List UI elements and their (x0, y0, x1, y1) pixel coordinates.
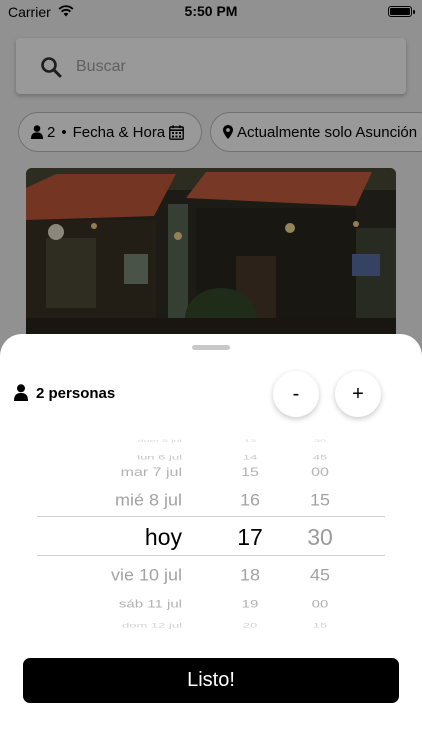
picker-date-option[interactable]: vie 10 jul (111, 562, 182, 589)
picker-hour-option[interactable]: 17 (232, 522, 268, 552)
picker-date-option[interactable]: mar 7 jul (121, 462, 182, 484)
picker-minute-option[interactable]: 45 (300, 562, 340, 589)
date-time-sheet: 2 personas - + dom 5 jul 13 30 lun 6 jul 14 4… (0, 334, 422, 750)
picker-row[interactable]: vie 10 jul 18 45 (0, 562, 422, 589)
picker-row[interactable]: dom 5 jul 13 30 (0, 436, 422, 447)
picker-hour-option[interactable]: 16 (232, 487, 268, 514)
picker-hour-option[interactable]: 15 (232, 462, 268, 484)
picker-hour-option[interactable]: 19 (232, 593, 268, 615)
picker-row[interactable]: sáb 11 jul 19 00 (0, 593, 422, 615)
user-icon (14, 384, 28, 401)
picker-date-option[interactable]: sáb 11 jul (119, 593, 182, 615)
increase-people-button[interactable]: + (335, 371, 381, 417)
picker-row-selected[interactable]: hoy 17 30 (0, 522, 422, 552)
people-count-label: 2 personas (36, 385, 116, 402)
picker-date-option[interactable]: mié 8 jul (115, 487, 182, 514)
date-time-picker[interactable]: dom 5 jul 13 30 lun 6 jul 14 45 mar 7 jul 15 00 m… (0, 430, 422, 640)
picker-minute-option[interactable]: 00 (300, 593, 340, 615)
picker-minute-option[interactable]: 00 (300, 462, 340, 484)
picker-row[interactable]: mié 8 jul 16 15 (0, 487, 422, 514)
picker-hour-option[interactable]: 13 (232, 436, 268, 447)
picker-hour-option[interactable]: 18 (232, 562, 268, 589)
picker-minute-option[interactable]: 15 (300, 618, 340, 633)
picker-date-option[interactable]: dom 5 jul (137, 436, 182, 447)
picker-date-option[interactable]: hoy (145, 522, 182, 552)
picker-minute-option[interactable]: 15 (300, 487, 340, 514)
picker-minute-option[interactable]: 30 (300, 436, 340, 447)
decrease-people-button[interactable]: - (273, 371, 319, 417)
picker-row[interactable]: mar 7 jul 15 00 (0, 462, 422, 484)
selection-line-top (37, 516, 385, 517)
sheet-drag-handle[interactable] (192, 345, 230, 350)
picker-hour-option[interactable]: 20 (232, 618, 268, 633)
picker-row[interactable]: dom 12 jul 20 15 (0, 618, 422, 633)
selection-line-bottom (37, 555, 385, 556)
picker-minute-option[interactable]: 30 (300, 522, 340, 552)
picker-date-option[interactable]: dom 12 jul (122, 618, 182, 633)
done-button[interactable]: Listo! (23, 658, 399, 703)
